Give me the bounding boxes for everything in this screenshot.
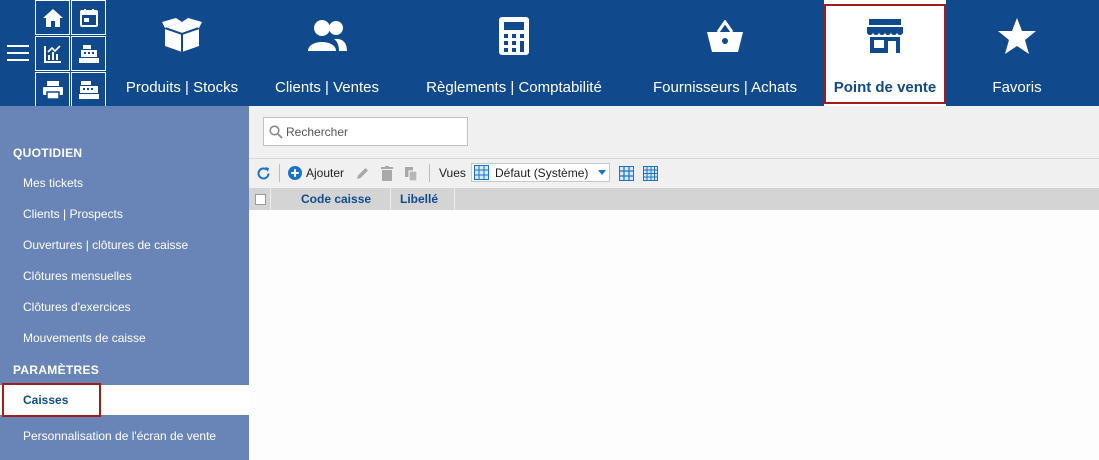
register-terminal-button[interactable] [71, 72, 106, 107]
table-columns-icon [643, 165, 658, 181]
add-icon [288, 166, 302, 180]
statistics-button[interactable] [35, 36, 70, 71]
nav-item-clients-sales[interactable]: Clients | Ventes [268, 0, 386, 106]
nav-label: Clients | Ventes [275, 79, 379, 96]
toolbar-separator [279, 164, 280, 182]
nav-label: Point de vente [833, 79, 937, 96]
column-settings-button[interactable] [643, 164, 658, 182]
sidebar-item-my-tickets[interactable]: Mes tickets [23, 175, 83, 192]
calculator-icon [499, 17, 529, 55]
nav-label: Favoris [992, 79, 1042, 96]
sidebar-item-registers[interactable]: Caisses [23, 392, 68, 409]
home-button[interactable] [35, 0, 70, 35]
select-all-checkbox[interactable] [255, 194, 266, 205]
chart-icon [43, 44, 61, 63]
refresh-icon [257, 166, 270, 179]
table-header: Code caisse Libellé [249, 188, 1099, 210]
add-button[interactable]: Ajouter [288, 164, 344, 182]
pencil-icon [357, 167, 368, 179]
views-label: Vues [439, 166, 466, 180]
delete-button[interactable] [380, 164, 394, 182]
sidebar-section-settings: PARAMÈTRES [13, 363, 100, 377]
grid-settings-icon [619, 165, 634, 181]
cash-register-button[interactable] [71, 36, 106, 71]
box-icon [162, 18, 202, 52]
nav-label: Produits | Stocks [125, 79, 239, 96]
nav-label: Règlements | Comptabilité [426, 79, 602, 96]
sidebar-section-daily: QUOTIDIEN [13, 146, 83, 160]
cash-register-icon [78, 80, 99, 99]
main-content: Ajouter Vues Défaut (Systè [249, 106, 1099, 460]
column-header-label[interactable]: Libellé [400, 188, 438, 210]
sidebar: QUOTIDIEN Mes tickets Clients | Prospect… [0, 106, 249, 460]
add-label: Ajouter [306, 166, 345, 180]
nav-item-payments-accounting[interactable]: Règlements | Comptabilité [420, 0, 608, 106]
trash-icon [381, 165, 393, 181]
hamburger-menu-button[interactable] [0, 0, 35, 106]
top-navigation-bar: Produits | Stocks Clients | Ventes Règle… [0, 0, 1099, 107]
home-icon [42, 8, 63, 27]
view-selected-value: Défaut (Système) [495, 165, 589, 180]
search-box[interactable] [263, 117, 468, 146]
basket-icon [707, 20, 743, 52]
toolbar-separator [429, 164, 430, 182]
sidebar-item-cash-movements[interactable]: Mouvements de caisse [23, 330, 146, 347]
sidebar-item-sales-screen-customization[interactable]: Personnalisation de l'écran de vente [23, 428, 223, 445]
nav-item-products-stocks[interactable]: Produits | Stocks [120, 0, 244, 106]
quick-access-grid [35, 0, 107, 107]
duplicate-button[interactable] [404, 164, 418, 182]
printer-icon [42, 80, 63, 100]
calendar-button[interactable] [71, 0, 106, 35]
nav-item-suppliers-purchases[interactable]: Fournisseurs | Achats [648, 0, 802, 106]
manage-views-button[interactable] [619, 164, 634, 182]
nav-item-favorites[interactable]: Favoris [982, 0, 1052, 106]
star-icon [998, 18, 1036, 54]
view-selector[interactable]: Défaut (Système) [471, 163, 610, 182]
chevron-down-icon [598, 170, 606, 175]
sidebar-item-register-openings[interactable]: Ouvertures | clôtures de caisse [23, 237, 188, 254]
sidebar-item-clients-prospects[interactable]: Clients | Prospects [23, 206, 123, 223]
store-icon [867, 19, 903, 53]
nav-item-point-of-sale[interactable]: Point de vente [824, 0, 946, 106]
sidebar-item-monthly-closings[interactable]: Clôtures mensuelles [23, 268, 132, 285]
calendar-icon [79, 8, 98, 27]
edit-button[interactable] [355, 164, 370, 182]
cash-register-icon [78, 44, 99, 63]
print-button[interactable] [35, 72, 70, 107]
refresh-button[interactable] [256, 164, 271, 182]
nav-label: Fournisseurs | Achats [653, 79, 797, 96]
column-header-register-code[interactable]: Code caisse [301, 188, 371, 210]
search-icon [269, 124, 283, 139]
users-icon [308, 20, 347, 51]
toolbar-divider [249, 158, 1099, 159]
copy-icon [405, 166, 418, 181]
grid-view-icon [474, 165, 489, 180]
select-all-cell [249, 188, 271, 210]
main-header-area: Ajouter Vues Défaut (Systè [249, 106, 1099, 188]
sidebar-item-fiscal-closings[interactable]: Clôtures d'exercices [23, 299, 131, 316]
search-input[interactable] [286, 124, 456, 139]
hamburger-icon [6, 45, 29, 61]
